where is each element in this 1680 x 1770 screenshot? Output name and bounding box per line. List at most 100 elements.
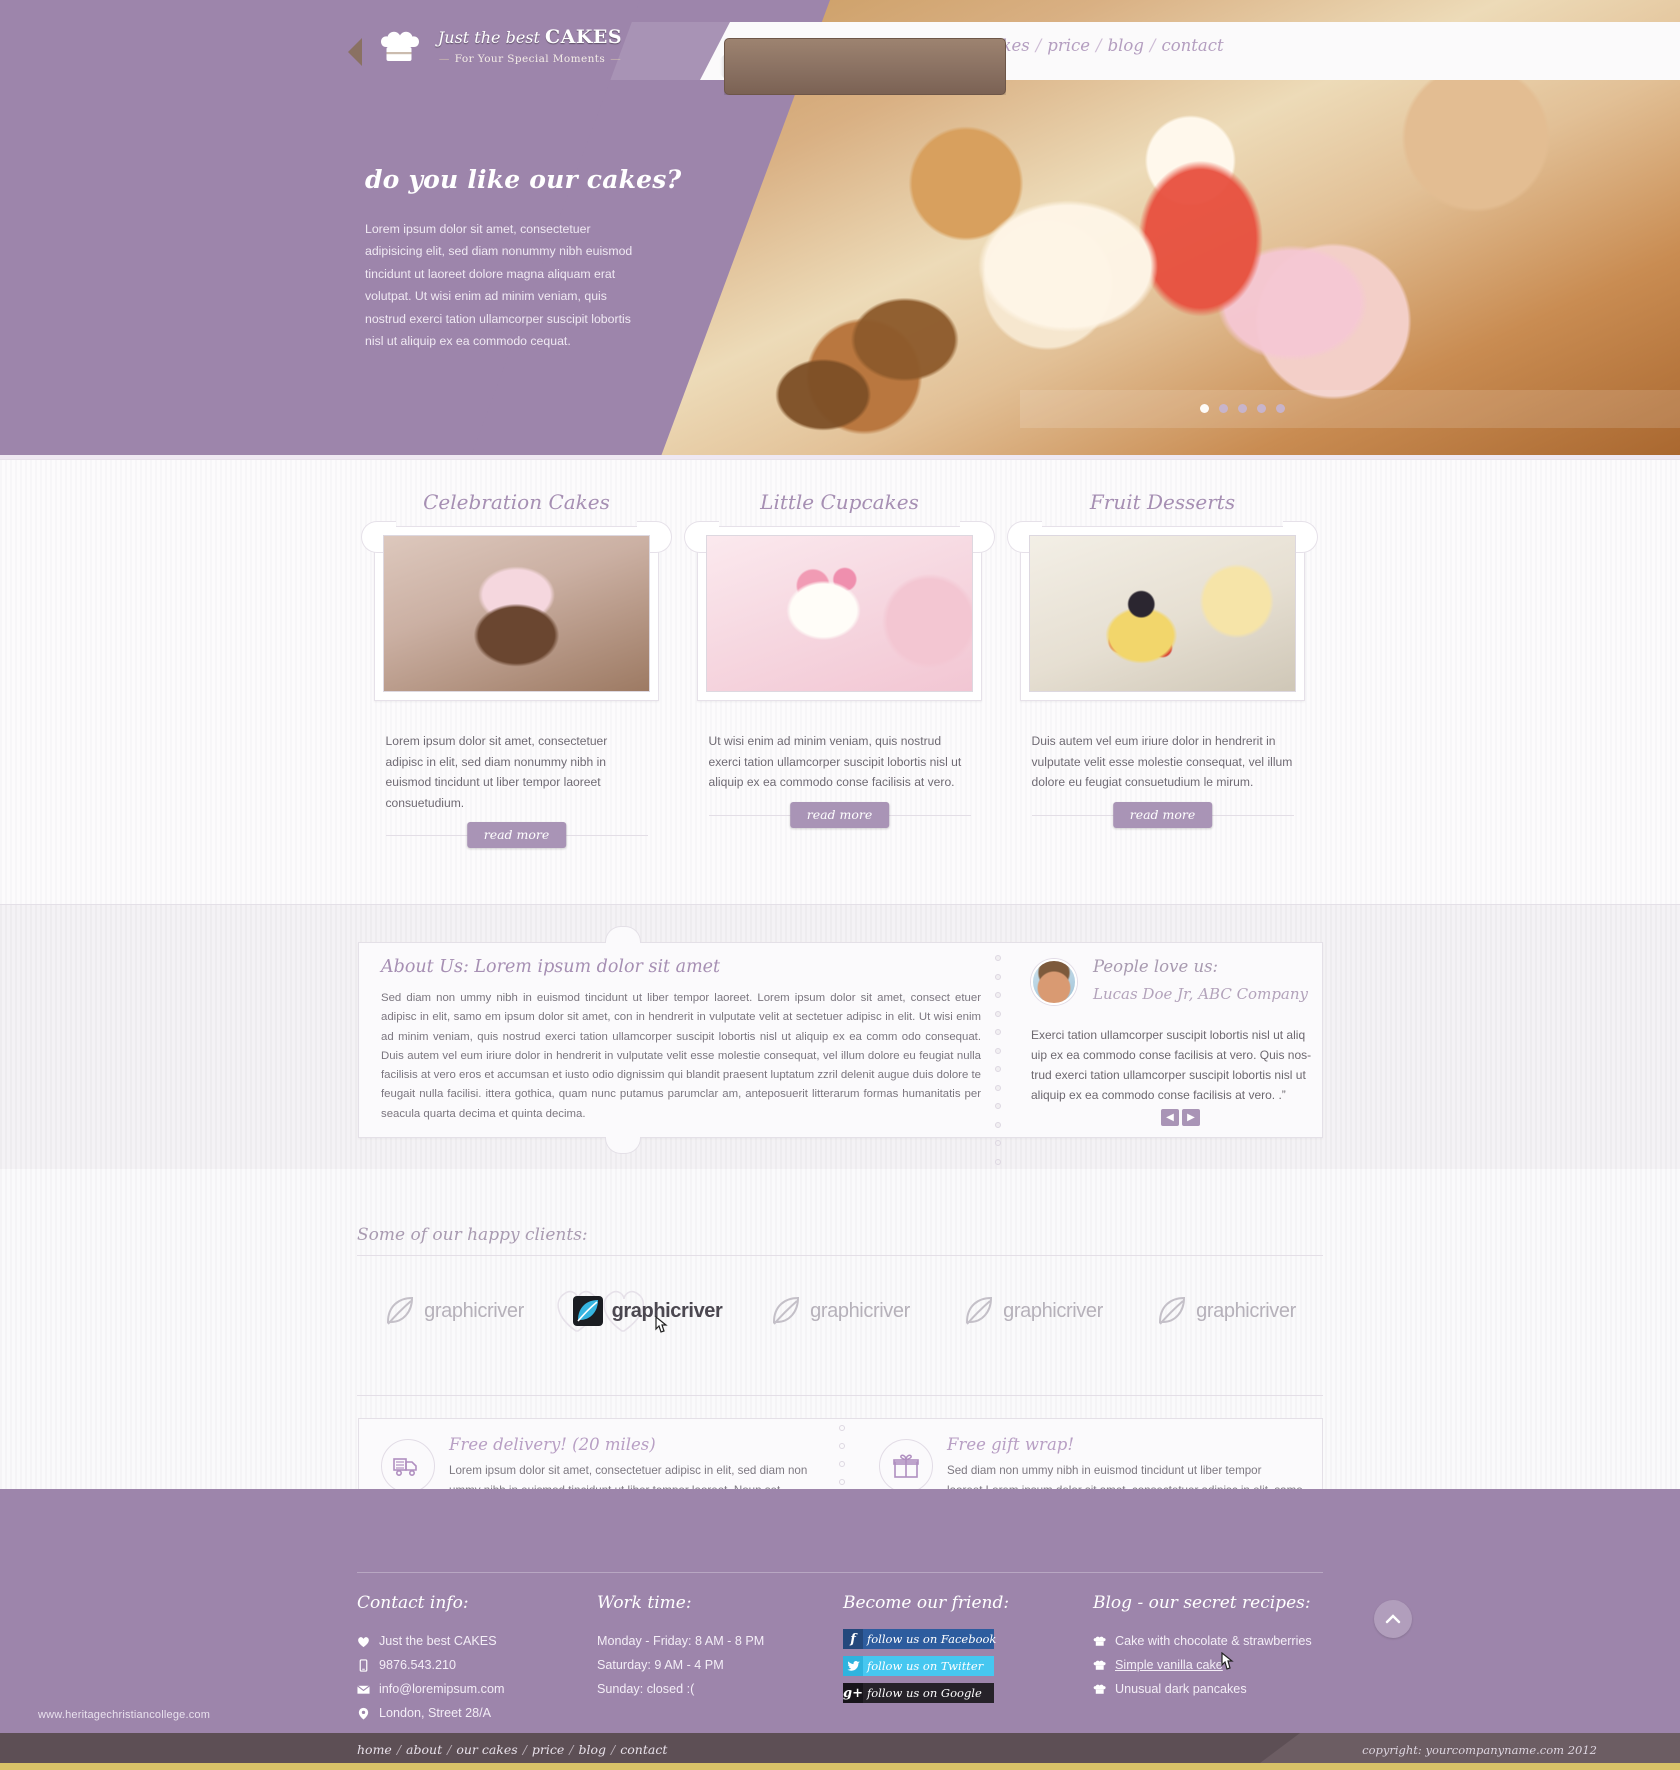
card-photo-frame: [361, 521, 672, 701]
bottom-nav-about[interactable]: about: [406, 1742, 442, 1757]
read-more-button[interactable]: read more: [1112, 801, 1213, 828]
celebration-cake-photo: [383, 535, 650, 692]
read-more-button[interactable]: read more: [466, 822, 567, 848]
blog-item[interactable]: Cake with chocolate & strawberries: [1093, 1629, 1312, 1653]
contact-item-company: Just the best CAKES: [357, 1629, 504, 1653]
card-description: Duis autem vel eum iriure dolor in hendr…: [1031, 734, 1293, 789]
nav-item-price[interactable]: price: [1047, 36, 1090, 55]
product-card: Little Cupcakes Ut wisi enim ad minim ve…: [678, 490, 1001, 836]
client-logo-label: graphicriver: [1003, 1299, 1103, 1322]
nav-separator: /: [1035, 36, 1042, 55]
product-card: Fruit Desserts Duis autem vel eum iriure…: [1001, 490, 1324, 836]
nav-separator: /: [1149, 36, 1156, 55]
bottom-navigation[interactable]: home / about / our cakes / price / blog / contact: [357, 1742, 667, 1757]
mouse-cursor-hand: [1221, 1652, 1234, 1670]
graphicriver-leaf-icon: [387, 1296, 414, 1325]
bottom-nav-our-cakes[interactable]: our cakes: [456, 1742, 517, 1757]
logo-title: Just the best CAKES: [430, 26, 630, 48]
blog-link[interactable]: Unusual dark pancakes: [1115, 1677, 1247, 1701]
blog-link[interactable]: Cake with chocolate & strawberries: [1115, 1629, 1312, 1653]
client-logo-4[interactable]: graphicriver: [936, 1294, 1129, 1328]
envelope-icon: [357, 1684, 370, 1694]
hero-body-text: Lorem ipsum dolor sit amet, consectetuer…: [365, 222, 633, 349]
slider-dot-4[interactable]: [1257, 404, 1266, 413]
graphicriver-leaf-icon: [966, 1296, 993, 1325]
contact-item-address: London, Street 28/A: [357, 1701, 504, 1725]
fruit-dessert-photo: [1029, 535, 1296, 692]
graphicriver-leaf-icon: [773, 1296, 800, 1325]
bottom-nav-blog[interactable]: blog: [579, 1742, 607, 1757]
client-logo-2[interactable]: graphicriver: [550, 1294, 743, 1328]
mouse-cursor-pointer: [655, 1315, 668, 1333]
map-pin-icon: [358, 1707, 369, 1719]
google-follow-button[interactable]: g+ follow us on Google: [843, 1683, 994, 1703]
card-description: Ut wisi enim ad minim veniam, quis nostr…: [708, 734, 962, 789]
contact-item-text: 9876.543.210: [379, 1658, 457, 1672]
twitter-follow-button[interactable]: follow us on Twitter: [843, 1656, 994, 1676]
testimonial-next-button[interactable]: ▶: [1182, 1109, 1200, 1126]
scroll-to-top-button[interactable]: [1374, 1600, 1412, 1638]
client-logo-1[interactable]: graphicriver: [357, 1294, 550, 1328]
bottom-nav-separator: /: [569, 1742, 574, 1757]
blog-link[interactable]: Simple vanilla cake: [1115, 1653, 1223, 1677]
scroll-to-top-icon: [1385, 1614, 1401, 1624]
card-photo-frame: [1007, 521, 1318, 701]
bottom-nav-separator: /: [522, 1742, 527, 1757]
testimonial-heading: People love us:: [1093, 957, 1219, 976]
footer-social-heading: Become our friend:: [843, 1593, 1010, 1613]
testimonial-author: Lucas Doe Jr, ABC Company: [1093, 985, 1308, 1003]
client-logos-row: graphicriver graphicriver graphicriver g…: [357, 1294, 1323, 1328]
card-title: Fruit Desserts: [1089, 490, 1236, 514]
promo-heading: Free gift wrap!: [947, 1435, 1074, 1454]
customer-avatar: [1031, 959, 1077, 1005]
nav-item-blog[interactable]: blog: [1108, 36, 1144, 55]
graphicriver-leaf-icon: [1159, 1296, 1186, 1325]
worktime-item: Sunday: closed :(: [597, 1682, 695, 1696]
testimonial-nav[interactable]: ◀ ▶: [1161, 1109, 1200, 1126]
card-title: Celebration Cakes: [423, 490, 610, 514]
contact-item-text: Just the best CAKES: [379, 1634, 497, 1648]
facebook-label: follow us on Facebook: [867, 1632, 997, 1646]
product-card: Celebration Cakes Lorem ipsum dolor sit …: [355, 490, 678, 848]
slider-dot-2[interactable]: [1219, 404, 1228, 413]
testimonial-prev-button[interactable]: ◀: [1161, 1109, 1179, 1126]
card-divider: read more: [385, 822, 648, 848]
slider-dot-1[interactable]: [1200, 404, 1209, 413]
nav-separator: /: [1096, 36, 1102, 55]
card-description: Lorem ipsum dolor sit amet, consectetuer…: [385, 734, 608, 810]
worktime-item: Saturday: 9 AM - 4 PM: [597, 1658, 724, 1672]
clients-top-rule: [357, 1255, 1323, 1256]
slider-pagination[interactable]: [1200, 404, 1285, 413]
nav-item-contact[interactable]: contact: [1161, 36, 1223, 55]
client-logo-5[interactable]: graphicriver: [1129, 1294, 1322, 1328]
card-title: Little Cupcakes: [760, 490, 919, 514]
logo-plate: [724, 38, 1006, 95]
bottom-nav-contact[interactable]: contact: [620, 1742, 667, 1757]
footer-contact-heading: Contact info:: [357, 1593, 469, 1613]
slider-dot-3[interactable]: [1238, 404, 1247, 413]
bottom-gold-border: [0, 1763, 1680, 1770]
about-section: About Us: Lorem ipsum dolor sit amet Sed…: [0, 904, 1680, 1169]
worktime-item: Monday - Friday: 8 AM - 8 PM: [597, 1634, 765, 1648]
client-logo-3[interactable]: graphicriver: [743, 1294, 936, 1328]
twitter-icon: [843, 1656, 863, 1676]
site-logo[interactable]: Just the best CAKES — For Your Special Mo…: [348, 19, 1006, 95]
slider-dot-5[interactable]: [1276, 404, 1285, 413]
blog-item[interactable]: Unusual dark pancakes: [1093, 1677, 1312, 1701]
blog-item[interactable]: Simple vanilla cake: [1093, 1653, 1312, 1677]
copyright-text: copyright: yourcompanyname.com 2012: [1362, 1743, 1597, 1757]
facebook-follow-button[interactable]: f follow us on Facebook: [843, 1629, 997, 1649]
bottom-nav-home[interactable]: home: [357, 1742, 392, 1757]
bottom-nav-separator: /: [611, 1742, 616, 1757]
read-more-button[interactable]: read more: [789, 801, 890, 828]
chef-hat-bullet-icon: [1093, 1636, 1106, 1646]
clients-bottom-rule: [357, 1395, 1323, 1396]
product-cards-row: Celebration Cakes Lorem ipsum dolor sit …: [355, 490, 1325, 848]
footer-worktime-column: Work time: Monday - Friday: 8 AM - 8 PM …: [597, 1593, 764, 1701]
bottom-nav-price[interactable]: price: [532, 1742, 564, 1757]
panel-perforation: [995, 955, 1005, 1165]
contact-item-email: info@loremipsum.com: [357, 1677, 504, 1701]
phone-icon: [359, 1658, 368, 1672]
cupcake-photo: [706, 535, 973, 692]
card-photo-frame: [684, 521, 995, 701]
